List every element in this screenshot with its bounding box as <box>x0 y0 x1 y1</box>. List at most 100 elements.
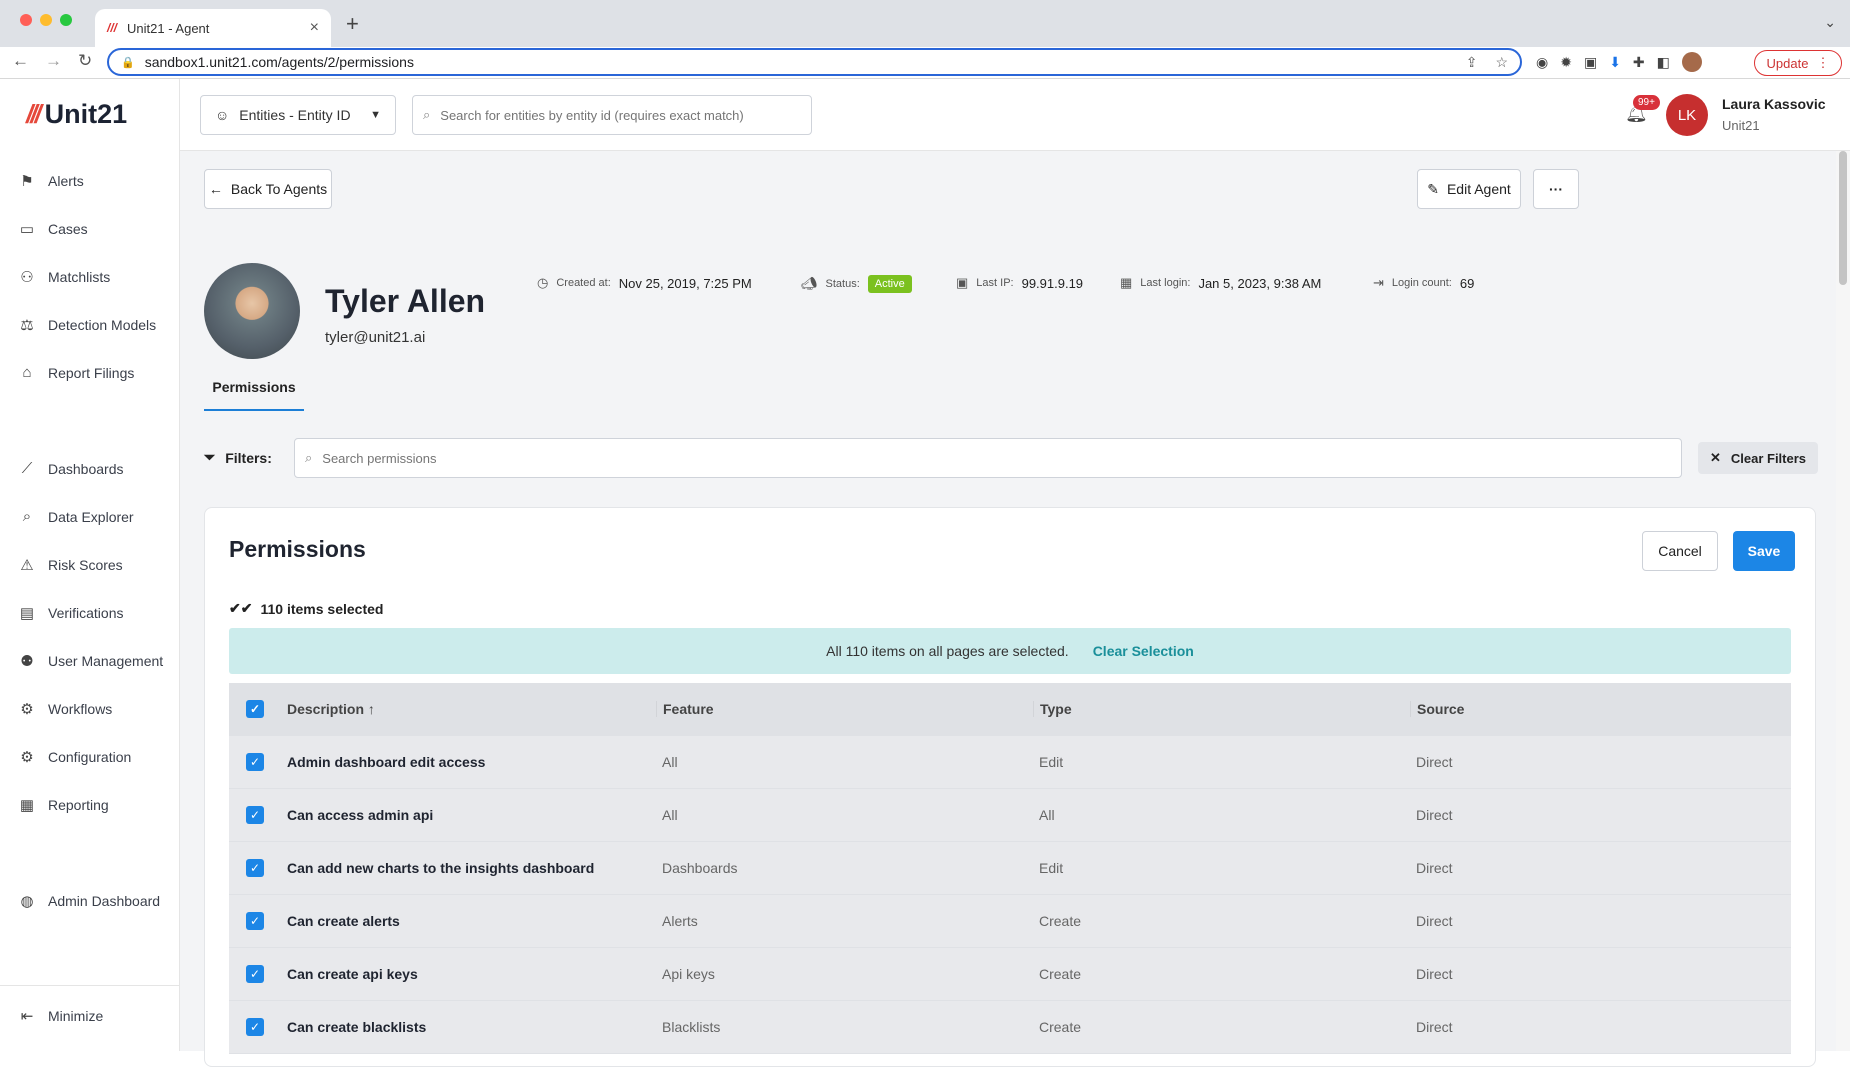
entity-search-input[interactable] <box>440 107 801 123</box>
more-options-button[interactable]: ··· <box>1533 169 1579 209</box>
table-row[interactable]: ✓ Admin dashboard edit access All Edit D… <box>229 736 1791 789</box>
cell-source: Direct <box>1416 754 1453 770</box>
status: 📣︎ Status: Active <box>801 275 912 293</box>
row-checkbox[interactable]: ✓ <box>229 753 281 771</box>
share-icon[interactable]: ⇪ <box>1466 54 1478 71</box>
cell-description: Can create blacklists <box>287 1019 427 1035</box>
extension-gear-icon[interactable]: ✹ <box>1560 54 1572 71</box>
cell-source: Direct <box>1416 1019 1453 1035</box>
row-checkbox[interactable]: ✓ <box>229 965 281 983</box>
extension-box-icon[interactable]: ▣ <box>1584 54 1597 71</box>
table-row[interactable]: ✓ Can add new charts to the insights das… <box>229 842 1791 895</box>
sidebar-item-label: Configuration <box>48 749 132 765</box>
url-text[interactable]: sandbox1.unit21.com/agents/2/permissions <box>145 54 414 70</box>
select-all-checkbox[interactable]: ✓ <box>229 700 281 718</box>
workflow-icon: ⚙ <box>20 701 34 718</box>
sidebar-item-reporting[interactable]: ▦ Reporting <box>18 796 109 814</box>
back-label: Back To Agents <box>230 181 328 197</box>
arrow-left-icon: ← <box>208 181 223 197</box>
extensions-puzzle-icon[interactable]: ✚ <box>1633 54 1645 71</box>
download-icon[interactable]: ⬇ <box>1609 54 1621 71</box>
close-tab-icon[interactable]: × <box>310 19 319 37</box>
megaphone-icon: 📣︎ <box>801 276 818 291</box>
edit-agent-button[interactable]: ✎ Edit Agent <box>1417 169 1521 209</box>
cell-feature: Alerts <box>662 913 698 929</box>
sidebar-divider <box>0 985 180 986</box>
minimize-window-button[interactable] <box>40 14 52 26</box>
bookmark-star-icon[interactable]: ☆ <box>1495 54 1508 71</box>
reload-icon[interactable]: ↻ <box>78 51 92 71</box>
extensions: ◉ ✹ ▣ ⬇ ✚ ◧ <box>1536 52 1702 72</box>
sidebar-item-configuration[interactable]: ⚙ Configuration <box>18 748 131 766</box>
sidebar-item-minimize[interactable]: ⇤ Minimize <box>18 1007 104 1025</box>
column-description[interactable]: Description ↑ <box>281 701 656 717</box>
save-button[interactable]: Save <box>1733 531 1795 571</box>
sidebar-item-user-management[interactable]: ⚉ User Management <box>18 652 163 670</box>
extension-1password-icon[interactable]: ◉ <box>1536 54 1548 71</box>
new-tab-button[interactable]: + <box>346 11 359 37</box>
sidebar-item-data-explorer[interactable]: ⌕ Data Explorer <box>18 508 134 525</box>
notification-badge: 99+ <box>1633 95 1660 110</box>
column-type[interactable]: Type <box>1033 701 1410 717</box>
status-label: Status: <box>825 278 860 290</box>
table-row[interactable]: ✓ Can create api keys Api keys Create Di… <box>229 948 1791 1001</box>
permissions-card: Permissions Cancel Save ✔✔ 110 items sel… <box>204 507 1816 1067</box>
check-icon: ✓ <box>246 859 264 877</box>
filters-text: Filters: <box>225 449 272 466</box>
page-scrollbar[interactable] <box>1836 151 1850 1051</box>
profile-avatar[interactable] <box>1681 52 1702 72</box>
entity-type-select[interactable]: ☺ Entities - Entity ID ▼ <box>200 95 396 135</box>
sidebar-item-matchlists[interactable]: ⚇ Matchlists <box>18 268 110 286</box>
row-checkbox[interactable]: ✓ <box>229 859 281 877</box>
avatar[interactable]: LK <box>1666 94 1708 136</box>
sidebar-item-alerts[interactable]: ⚑ Alerts <box>18 172 84 190</box>
sidebar-item-risk-scores[interactable]: ⚠ Risk Scores <box>18 556 122 574</box>
lock-icon: 🔒 <box>121 56 135 69</box>
row-checkbox[interactable]: ✓ <box>229 912 281 930</box>
scrollbar-thumb[interactable] <box>1839 151 1847 285</box>
table-row[interactable]: ✓ Can create blacklists Blacklists Creat… <box>229 1001 1791 1054</box>
close-window-button[interactable] <box>20 14 32 26</box>
main-content: ← Back To Agents ✎ Edit Agent ··· Tyler … <box>180 151 1836 1067</box>
tab-list-chevron-icon[interactable]: ⌄ <box>1824 14 1836 31</box>
sidebar-item-admin-dashboard[interactable]: ◍ Admin Dashboard <box>18 892 160 910</box>
sidebar-item-dashboards[interactable]: ⟋ Dashboards <box>18 460 124 477</box>
clear-selection-link[interactable]: Clear Selection <box>1093 643 1194 659</box>
sidebar-item-label: Detection Models <box>48 317 157 333</box>
row-checkbox[interactable]: ✓ <box>229 1018 281 1036</box>
cell-description: Can create alerts <box>287 913 400 929</box>
sidebar-item-workflows[interactable]: ⚙ Workflows <box>18 700 112 718</box>
unit21-logo[interactable]: /// Unit21 <box>26 99 127 130</box>
sidebar-item-report-filings[interactable]: ⌂ Report Filings <box>18 364 134 381</box>
sidebar-item-verifications[interactable]: ▤ Verifications <box>18 604 124 622</box>
cell-source: Direct <box>1416 966 1453 982</box>
sidebar-panel-icon[interactable]: ◧ <box>1657 54 1670 71</box>
sidebar-item-cases[interactable]: ▭ Cases <box>18 220 88 238</box>
forward-arrow-icon[interactable]: → <box>45 51 62 71</box>
browser-tab[interactable]: /// Unit21 - Agent × <box>95 9 331 47</box>
brand-name: Unit21 <box>44 99 128 129</box>
permissions-search[interactable]: ⌕ <box>294 438 1682 478</box>
row-checkbox[interactable]: ✓ <box>229 806 281 824</box>
app-topbar: ☺ Entities - Entity ID ▼ ⌕ 🔔︎ 99+ LK Lau… <box>180 79 1850 151</box>
check-icon: ✓ <box>246 912 264 930</box>
permissions-search-input[interactable] <box>322 450 1671 466</box>
banner-text: All 110 items on all pages are selected. <box>826 643 1069 659</box>
zoom-window-button[interactable] <box>60 14 72 26</box>
table-row[interactable]: ✓ Can create alerts Alerts Create Direct <box>229 895 1791 948</box>
sidebar-item-label: Cases <box>48 221 88 237</box>
chart-line-icon: ⟋ <box>21 460 33 477</box>
table-row[interactable]: ✓ Can access admin api All All Direct <box>229 789 1791 842</box>
back-to-agents-button[interactable]: ← Back To Agents <box>204 169 332 209</box>
back-arrow-icon[interactable]: ← <box>12 51 29 71</box>
column-feature[interactable]: Feature <box>656 701 1033 717</box>
entity-search[interactable]: ⌕ <box>412 95 812 135</box>
chevron-down-icon: ▼ <box>370 109 381 121</box>
clear-filters-button[interactable]: ✕ Clear Filters <box>1698 442 1818 474</box>
cancel-button[interactable]: Cancel <box>1642 531 1718 571</box>
sidebar-item-detection-models[interactable]: ⚖ Detection Models <box>18 316 156 334</box>
update-button[interactable]: Update ⋮ <box>1754 50 1842 76</box>
address-bar[interactable]: 🔒 sandbox1.unit21.com/agents/2/permissio… <box>107 48 1522 76</box>
column-source[interactable]: Source <box>1410 701 1791 717</box>
tab-permissions[interactable]: Permissions <box>204 365 304 411</box>
